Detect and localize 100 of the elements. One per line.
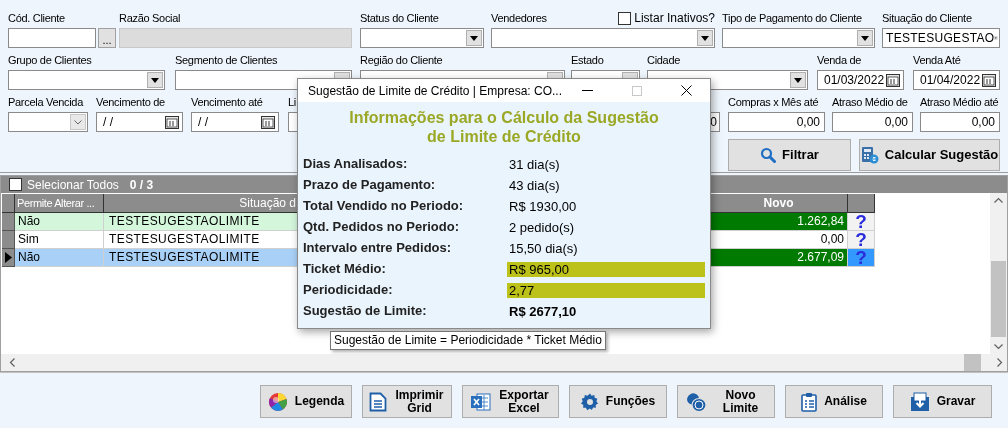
info-value: R$ 1930,00: [508, 198, 578, 214]
spreadsheet-icon: [471, 392, 491, 411]
scroll-left-icon: [9, 358, 15, 367]
field-label: Região do Cliente: [360, 53, 443, 67]
toolbar-button[interactable]: Legenda: [260, 385, 352, 418]
info-label: Dias Analisados:: [303, 155, 409, 174]
field-label: Atraso Médio de: [832, 95, 908, 109]
dialog-heading: Informações para o Cálculo da Sugestão de Limite de Crédito: [348, 108, 660, 146]
info-value: R$ 2677,10: [508, 303, 578, 319]
info-label: Qtd. Pedidos no Periodo:: [303, 218, 460, 237]
vertical-scrollbar[interactable]: [990, 193, 1007, 354]
date-field[interactable]: / /: [191, 112, 279, 132]
dropdown[interactable]: [8, 112, 88, 132]
scroll-up-icon: [994, 197, 1003, 203]
field-label: Tipo de Pagamento do Cliente: [722, 11, 862, 25]
document-icon: [368, 391, 387, 412]
info-value: 31 dia(s): [508, 156, 561, 172]
date-field[interactable]: 01/03/2022: [817, 70, 904, 90]
help-button[interactable]: ?: [848, 213, 875, 231]
table-cell: TESTESUGESTAOLIMITE: [104, 213, 297, 231]
info-label: Total Vendido no Periodo:: [303, 197, 465, 216]
row-indicator[interactable]: [2, 249, 15, 267]
horizontal-scrollbar[interactable]: [1, 354, 1007, 371]
calendar-icon: [982, 73, 996, 87]
scroll-right-icon: [997, 358, 1003, 367]
coins-icon: [685, 391, 708, 412]
dropdown[interactable]: [722, 28, 875, 48]
toolbar-button[interactable]: Gravar: [893, 385, 992, 418]
clipboard-icon: [801, 391, 818, 412]
table-cell: 2.677,09: [710, 249, 848, 267]
info-value: 2 pedido(s): [508, 219, 576, 235]
table-cell: Não: [15, 249, 104, 267]
text-field[interactable]: 0,00: [920, 112, 1000, 132]
table-cell: 1.262,84: [710, 213, 848, 231]
calculator-icon: [860, 146, 879, 164]
info-label: Ticket Médio:: [303, 260, 387, 279]
checkbox-label: Selecionar Todos: [27, 176, 119, 194]
text-field[interactable]: 0,00: [728, 112, 825, 132]
info-label: Periodicidade:: [303, 281, 394, 300]
field-label: Atraso Médio até: [920, 95, 999, 109]
color-wheel-icon: [267, 391, 288, 412]
info-label: Prazo de Pagamento:: [303, 176, 437, 195]
calendar-icon: [165, 115, 179, 129]
info-value: R$ 965,00: [507, 261, 705, 277]
scrollbar-thumb[interactable]: [964, 354, 981, 371]
close-icon: [680, 85, 692, 96]
field-label: Venda Até: [913, 53, 961, 67]
calendar-icon: [261, 115, 275, 129]
dropdown[interactable]: TESTESUGESTAO: [882, 28, 1000, 48]
field-label: Razão Social: [119, 11, 181, 25]
toolbar-button[interactable]: Imprimir Grid: [362, 385, 452, 418]
select-all-checkbox[interactable]: [9, 178, 22, 191]
table-cell: TESTESUGESTAOLIMITE: [104, 231, 297, 249]
toolbar-button[interactable]: Funções: [569, 385, 667, 418]
maximize-icon: [632, 85, 642, 96]
field-label: Status do Cliente: [360, 11, 439, 25]
help-button[interactable]: ?: [848, 231, 875, 249]
field-label: Parcela Vencida: [8, 95, 83, 109]
toolbar-button[interactable]: Análise: [785, 385, 883, 418]
action-button[interactable]: Filtrar: [728, 139, 851, 171]
scroll-down-icon: [994, 344, 1003, 350]
field-label: Grupo de Clientes: [8, 53, 92, 67]
table-cell: Não: [15, 213, 104, 231]
tooltip: Sugestão de Limite = Periodicidade * Ticket Médio: [330, 331, 606, 350]
field-label: Cidade: [647, 53, 681, 67]
info-label: Intervalo entre Pedidos:: [303, 239, 453, 258]
checkbox-label: Listar Inativos?: [634, 11, 715, 25]
lookup-button[interactable]: ...: [98, 28, 116, 48]
window-title: Sugestão de Limite de Crédito | Empresa: CO...: [308, 82, 562, 100]
date-field[interactable]: / /: [96, 112, 183, 132]
text-field[interactable]: [8, 28, 96, 48]
field-label: Estado: [571, 53, 604, 67]
info-value: 2,77: [507, 282, 705, 298]
field-label: Vendedores: [491, 11, 547, 25]
info-value: 15,50 dia(s): [508, 240, 579, 256]
toolbar-button[interactable]: Novo Limite: [677, 385, 775, 418]
minimize-icon: [581, 90, 593, 91]
table-cell: TESTESUGESTAOLIMITE: [104, 249, 297, 267]
current-row-icon: [4, 252, 12, 263]
search-icon: [760, 147, 777, 163]
field-label: Li: [288, 95, 296, 109]
action-button[interactable]: Calcular Sugestão: [859, 139, 1000, 171]
info-value: 43 dia(s): [508, 177, 561, 193]
dropdown[interactable]: [8, 70, 165, 90]
scrollbar-thumb[interactable]: [991, 260, 1006, 337]
dropdown[interactable]: [360, 28, 484, 48]
date-field[interactable]: 01/04/2022: [913, 70, 1000, 90]
gear-icon: [580, 392, 599, 411]
table-cell: 0,00: [710, 231, 848, 249]
toolbar-button[interactable]: Exportar Excel: [462, 385, 559, 418]
field-label: Compras x Mês até: [728, 95, 819, 109]
text-field[interactable]: 0,00: [832, 112, 913, 132]
table-cell: Sim: [15, 231, 104, 249]
calendar-icon: [886, 73, 900, 87]
field-label: Cód. Cliente: [8, 11, 65, 25]
info-label: Sugestão de Limite:: [303, 302, 428, 321]
field-label: Vencimento de: [96, 95, 165, 109]
field-label: Situação do Cliente: [882, 11, 972, 25]
selection-count: 0 / 3: [129, 176, 154, 194]
field-label: Venda de: [817, 53, 862, 67]
